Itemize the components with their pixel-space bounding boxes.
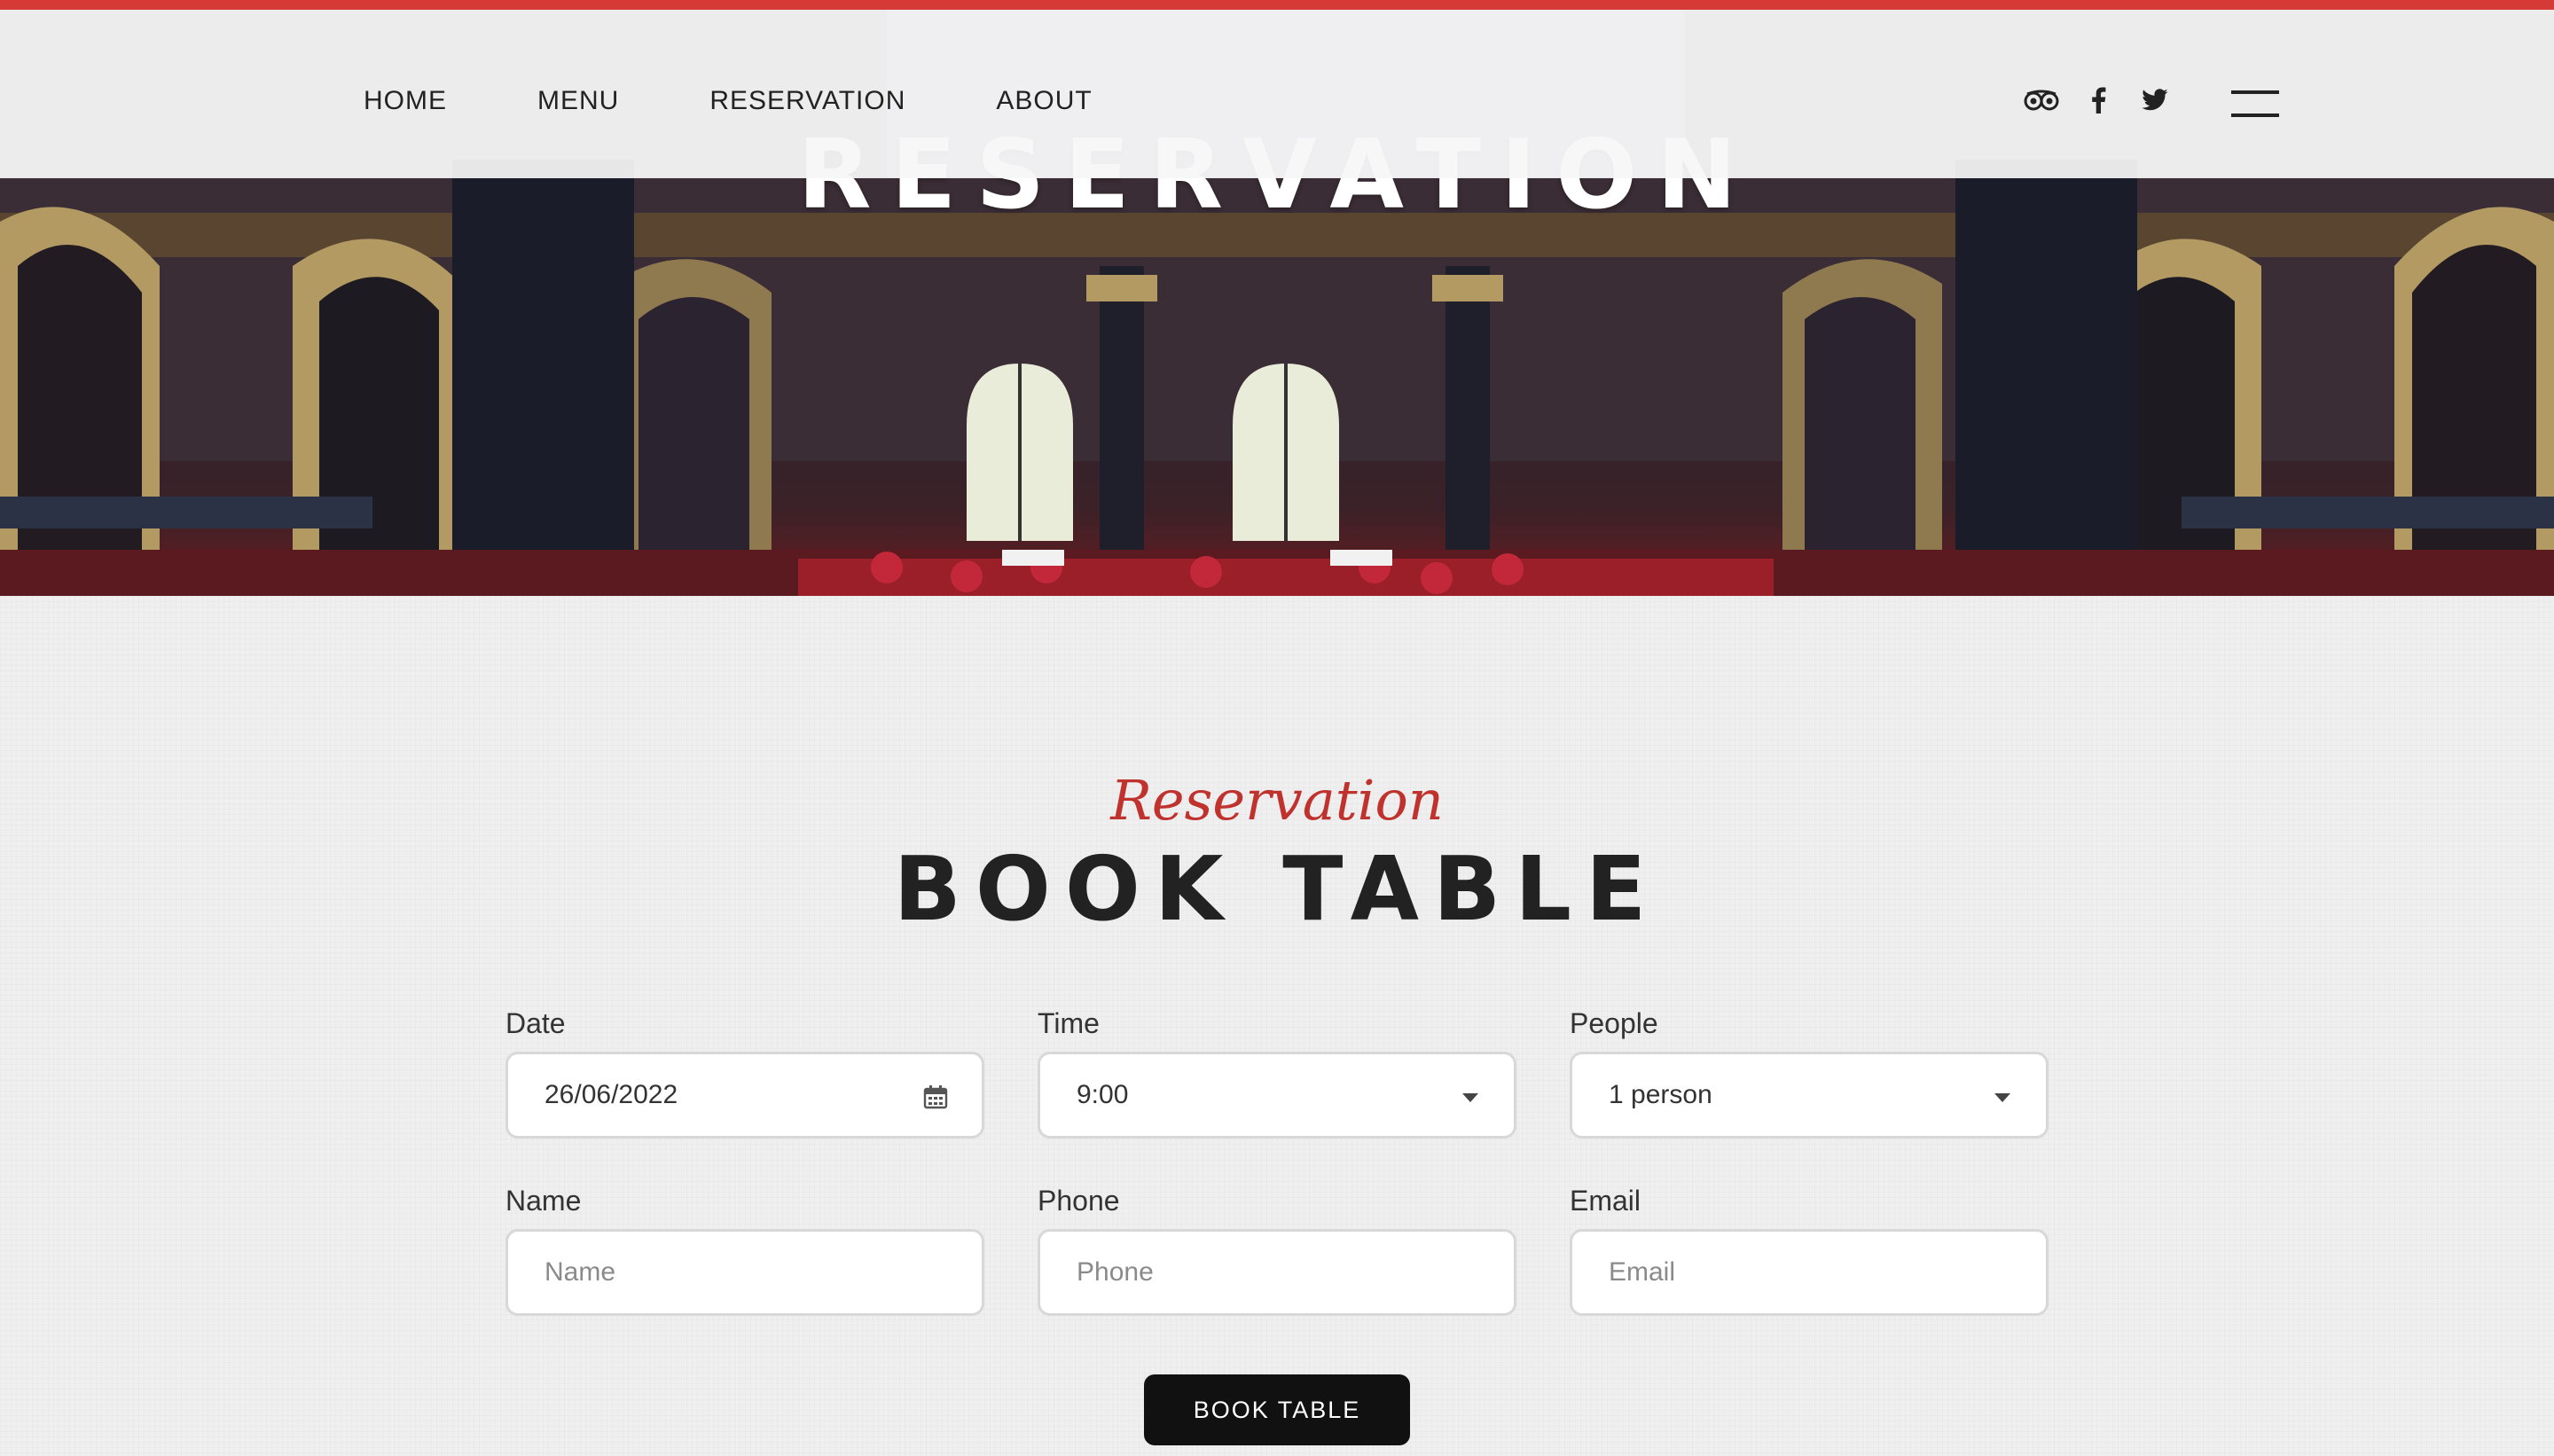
time-field-group: Time 9:00 [1038, 1007, 1516, 1139]
people-label: People [1570, 1007, 1658, 1039]
email-placeholder: Email [1609, 1257, 1676, 1287]
top-accent-bar [0, 0, 2554, 10]
hamburger-icon[interactable] [2231, 90, 2279, 119]
calendar-icon[interactable] [923, 1084, 948, 1109]
book-table-button[interactable]: BOOK TABLE [1144, 1374, 1410, 1445]
phone-field-group: Phone Phone [1038, 1185, 1516, 1316]
email-input[interactable]: Email [1570, 1229, 2049, 1316]
people-field-group: People 1 person [1570, 1007, 2049, 1139]
chevron-down-icon [1994, 1093, 2010, 1102]
name-placeholder: Name [544, 1257, 616, 1287]
phone-input[interactable]: Phone [1038, 1229, 1516, 1316]
name-input[interactable]: Name [505, 1229, 984, 1316]
date-value: 26/06/2022 [544, 1080, 678, 1109]
time-label: Time [1038, 1007, 1100, 1039]
name-label: Name [505, 1185, 582, 1217]
phone-placeholder: Phone [1077, 1257, 1154, 1287]
time-select[interactable]: 9:00 [1038, 1052, 1516, 1139]
phone-label: Phone [1038, 1185, 1120, 1217]
social-links [2022, 81, 2192, 120]
section-title: BOOK TABLE [893, 837, 1661, 941]
time-value: 9:00 [1077, 1080, 1129, 1109]
name-field-group: Name Name [505, 1185, 984, 1316]
nav-link-about[interactable]: ABOUT [996, 86, 1092, 116]
reservation-section: Reservation BOOK TABLE Date 26/06/2022 T… [0, 596, 2554, 1456]
facebook-icon[interactable] [2079, 81, 2118, 120]
email-label: Email [1570, 1185, 1641, 1217]
chevron-down-icon [1462, 1093, 1478, 1102]
nav-link-reservation[interactable]: RESERVATION [709, 86, 905, 116]
date-field-group: Date 26/06/2022 [505, 1007, 984, 1139]
people-value: 1 person [1609, 1080, 1712, 1109]
nav-link-menu[interactable]: MENU [537, 86, 619, 116]
header-navbar: HOME MENU RESERVATION ABOUT [0, 10, 2554, 178]
date-input[interactable]: 26/06/2022 [505, 1052, 984, 1139]
people-select[interactable]: 1 person [1570, 1052, 2049, 1139]
tripadvisor-icon[interactable] [2022, 81, 2061, 120]
nav-link-home[interactable]: HOME [364, 86, 447, 116]
date-label: Date [505, 1007, 566, 1039]
twitter-icon[interactable] [2135, 81, 2174, 120]
section-subtitle: Reservation [1110, 768, 1444, 833]
main-nav: HOME MENU RESERVATION ABOUT [364, 86, 1183, 116]
email-field-group: Email Email [1570, 1185, 2049, 1316]
